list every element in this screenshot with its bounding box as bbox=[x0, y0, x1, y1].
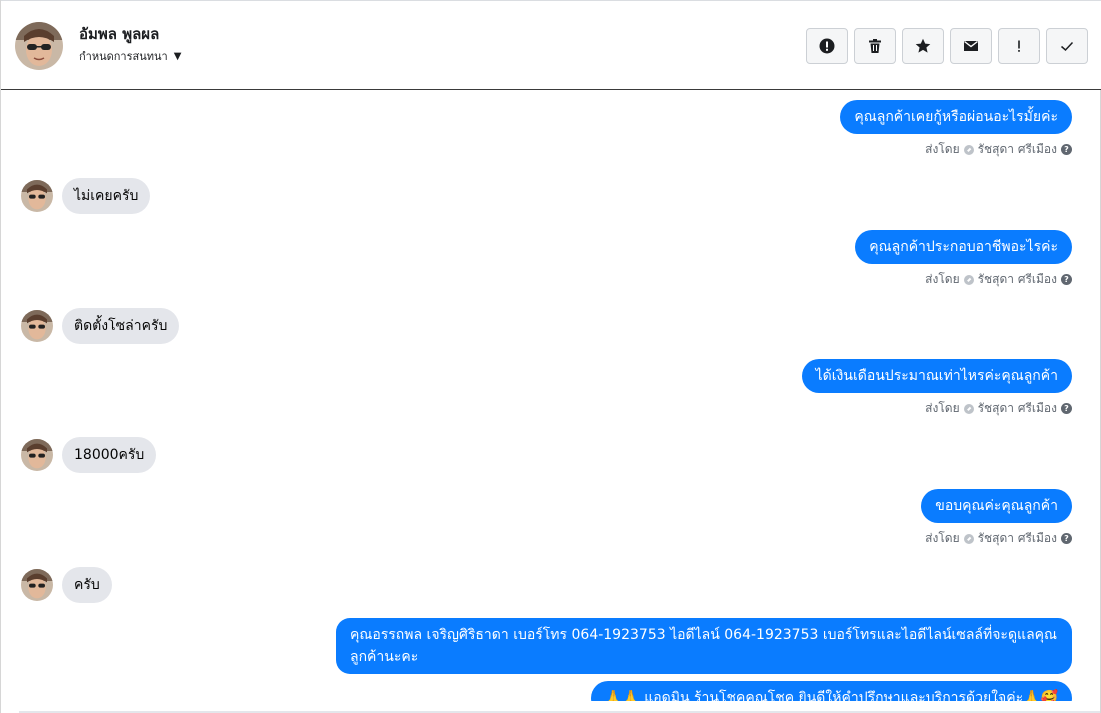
help-icon[interactable]: ? bbox=[1061, 403, 1072, 414]
delete-button[interactable] bbox=[854, 28, 896, 64]
sent-by-meta: ส่งโดย รัชสุดา ศรีเมือง ? bbox=[925, 399, 1072, 418]
message-bubble[interactable]: คุณลูกค้าประกอบอาชีพอะไรค่ะ bbox=[855, 230, 1072, 264]
message-incoming: 18000ครับ bbox=[21, 437, 157, 473]
conversation-header: อัมพล พูลผล กำหนดการสนทนา ▼ bbox=[1, 0, 1101, 90]
contact-avatar-small[interactable] bbox=[21, 310, 53, 342]
trash-icon bbox=[869, 39, 881, 53]
assign-label: กำหนดการสนทนา bbox=[79, 50, 168, 63]
assign-conversation-dropdown[interactable]: กำหนดการสนทนา ▼ bbox=[79, 47, 181, 65]
message-bubble[interactable]: 🙏🙏 แอดมิน ร้านโชคคูณโชค ยินดีให้คำปรึกษา… bbox=[590, 681, 1072, 701]
message-incoming: ครับ bbox=[21, 567, 112, 603]
message-outgoing: คุณอรรถพล เจริญศิริธาดา เบอร์โทร 064-192… bbox=[336, 618, 1072, 674]
help-icon[interactable]: ? bbox=[1061, 144, 1072, 155]
message-bubble[interactable]: 18000ครับ bbox=[62, 437, 157, 473]
contact-name: อัมพล พูลผล bbox=[79, 25, 160, 43]
exclamation-icon bbox=[1018, 40, 1020, 52]
message-outgoing: ได้เงินเดือนประมาณเท่าไหรค่ะคุณลูกค้า ส่… bbox=[801, 359, 1072, 418]
sent-by-meta: ส่งโดย รัชสุดา ศรีเมือง ? bbox=[925, 529, 1072, 548]
sent-by-meta: ส่งโดย รัชสุดา ศรีเมือง ? bbox=[925, 270, 1072, 289]
sender-name: รัชสุดา ศรีเมือง bbox=[977, 401, 1057, 415]
message-bubble[interactable]: ได้เงินเดือนประมาณเท่าไหรค่ะคุณลูกค้า bbox=[801, 359, 1072, 393]
sender-name: รัชสุดา ศรีเมือง bbox=[977, 272, 1057, 286]
sent-by-prefix: ส่งโดย bbox=[925, 531, 960, 545]
sent-by-prefix: ส่งโดย bbox=[925, 401, 960, 415]
follow-up-button[interactable] bbox=[998, 28, 1040, 64]
message-bubble[interactable]: คุณอรรถพล เจริญศิริธาดา เบอร์โทร 064-192… bbox=[336, 618, 1072, 674]
alert-circle-icon bbox=[819, 38, 835, 54]
sent-check-icon bbox=[963, 403, 974, 414]
mail-icon bbox=[964, 40, 978, 51]
sent-check-icon bbox=[963, 274, 974, 285]
message-incoming: ติดตั้งโซล่าครับ bbox=[21, 308, 180, 344]
contact-avatar-small[interactable] bbox=[21, 180, 53, 212]
contact-avatar[interactable] bbox=[15, 22, 63, 70]
action-toolbar bbox=[806, 28, 1088, 64]
message-outgoing: ขอบคุณค่ะคุณลูกค้า ส่งโดย รัชสุดา ศรีเมื… bbox=[921, 489, 1072, 548]
mark-unread-button[interactable] bbox=[950, 28, 992, 64]
sender-name: รัชสุดา ศรีเมือง bbox=[977, 142, 1057, 156]
message-bubble[interactable]: ขอบคุณค่ะคุณลูกค้า bbox=[921, 489, 1072, 523]
help-icon[interactable]: ? bbox=[1061, 274, 1072, 285]
star-button[interactable] bbox=[902, 28, 944, 64]
message-bubble[interactable]: ติดตั้งโซล่าครับ bbox=[62, 308, 180, 344]
caret-down-icon: ▼ bbox=[173, 50, 182, 62]
message-outgoing: คุณลูกค้าประกอบอาชีพอะไรค่ะ ส่งโดย รัชสุ… bbox=[855, 230, 1072, 289]
sent-check-icon bbox=[963, 144, 974, 155]
sent-by-meta: ส่งโดย รัชสุดา ศรีเมือง ? bbox=[925, 140, 1072, 159]
sent-by-prefix: ส่งโดย bbox=[925, 142, 960, 156]
contact-avatar-small[interactable] bbox=[21, 569, 53, 601]
message-bubble[interactable]: คุณลูกค้าเคยกู้หรือผ่อนอะไรมั้ยค่ะ bbox=[840, 100, 1072, 134]
spam-button[interactable] bbox=[806, 28, 848, 64]
help-icon[interactable]: ? bbox=[1061, 533, 1072, 544]
sender-name: รัชสุดา ศรีเมือง bbox=[977, 531, 1057, 545]
conversation-panel: อัมพล พูลผล กำหนดการสนทนา ▼ คุณลูกค้าเคย… bbox=[0, 0, 1101, 713]
contact-avatar-small[interactable] bbox=[21, 439, 53, 471]
message-incoming: ไม่เคยครับ bbox=[21, 178, 151, 214]
star-icon bbox=[915, 38, 931, 53]
message-outgoing: 🙏🙏 แอดมิน ร้านโชคคูณโชค ยินดีให้คำปรึกษา… bbox=[590, 681, 1072, 701]
message-bubble[interactable]: ครับ bbox=[62, 567, 112, 603]
check-icon bbox=[1061, 41, 1074, 52]
message-thread[interactable]: คุณลูกค้าเคยกู้หรือผ่อนอะไรมั้ยค่ะ ส่งโด… bbox=[1, 91, 1101, 701]
message-outgoing: คุณลูกค้าเคยกู้หรือผ่อนอะไรมั้ยค่ะ ส่งโด… bbox=[840, 100, 1072, 159]
mark-done-button[interactable] bbox=[1046, 28, 1088, 64]
sent-check-icon bbox=[963, 533, 974, 544]
sent-by-prefix: ส่งโดย bbox=[925, 272, 960, 286]
message-bubble[interactable]: ไม่เคยครับ bbox=[62, 178, 151, 214]
